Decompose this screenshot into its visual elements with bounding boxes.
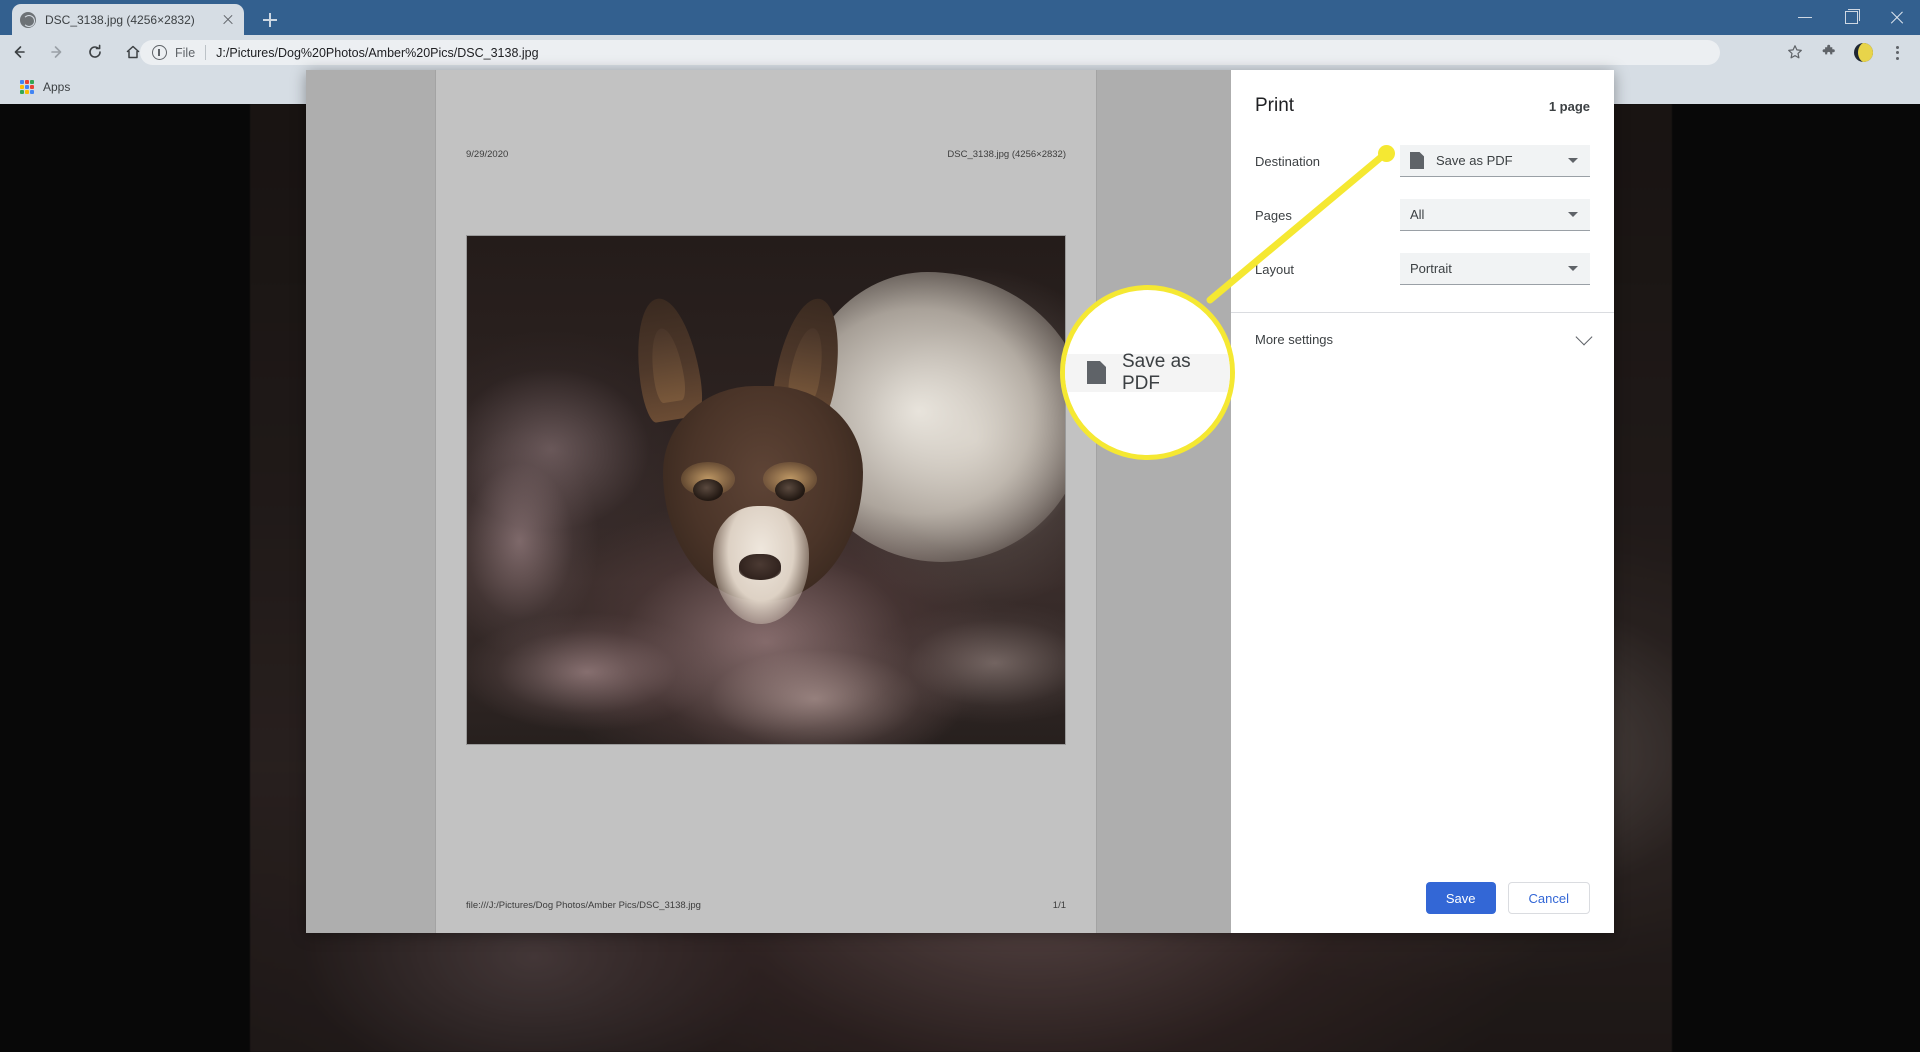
page-count-label: 1 page <box>1548 98 1590 114</box>
dog-ear-left <box>627 294 707 424</box>
pages-value: All <box>1410 207 1425 222</box>
close-icon[interactable] <box>1874 0 1920 35</box>
kebab-menu-icon[interactable] <box>1880 35 1914 70</box>
print-settings-pane: Print 1 page Destination Save as PDF Pag… <box>1231 70 1614 933</box>
reload-icon[interactable] <box>76 35 114 70</box>
preview-page: 9/29/2020 DSC_3138.jpg (4256×2832) file:… <box>436 70 1096 933</box>
preview-header-title: DSC_3138.jpg (4256×2832) <box>947 149 1066 160</box>
address-bar[interactable]: File J:/Pictures/Dog%20Photos/Amber%20Pi… <box>140 40 1720 65</box>
print-dialog: 9/29/2020 DSC_3138.jpg (4256×2832) file:… <box>306 70 1614 933</box>
tab-strip: DSC_3138.jpg (4256×2832) <box>0 0 1920 35</box>
globe-icon <box>20 11 36 28</box>
preview-footer-url: file:///J:/Pictures/Dog Photos/Amber Pic… <box>466 900 701 911</box>
restore-icon[interactable] <box>1828 0 1874 35</box>
page-title: Print <box>1255 95 1295 116</box>
setting-row-layout: Layout Portrait <box>1255 246 1590 292</box>
preview-page-header: 9/29/2020 DSC_3138.jpg (4256×2832) <box>466 149 1066 160</box>
bookmark-label: Apps <box>43 80 71 94</box>
print-preview-pane: 9/29/2020 DSC_3138.jpg (4256×2832) file:… <box>306 70 1231 933</box>
setting-row-destination: Destination Save as PDF <box>1255 138 1590 184</box>
preview-page-footer: file:///J:/Pictures/Dog Photos/Amber Pic… <box>466 900 1066 911</box>
toolbar-actions <box>1778 35 1914 70</box>
more-settings-toggle[interactable]: More settings <box>1231 313 1614 365</box>
print-dialog-header: Print 1 page <box>1231 70 1614 132</box>
star-icon[interactable] <box>1778 35 1812 70</box>
chevron-down-icon <box>1568 212 1578 217</box>
apps-grid-icon <box>20 80 34 94</box>
preview-header-date: 9/29/2020 <box>466 149 509 160</box>
pdf-document-icon <box>1410 152 1424 169</box>
dog-eye-left <box>693 479 723 501</box>
preview-footer-pagenum: 1/1 <box>1052 900 1066 911</box>
layout-select[interactable]: Portrait <box>1400 253 1590 285</box>
info-circle-icon <box>152 45 167 60</box>
save-button[interactable]: Save <box>1425 882 1496 914</box>
forward-arrow-icon[interactable] <box>38 35 76 70</box>
chevron-down-icon <box>1575 328 1593 345</box>
cancel-button[interactable]: Cancel <box>1507 882 1590 914</box>
browser-tab[interactable]: DSC_3138.jpg (4256×2832) <box>12 4 244 35</box>
pages-label: Pages <box>1255 207 1292 223</box>
print-dialog-footer: Save Cancel <box>1231 863 1614 933</box>
browser-toolbar: File J:/Pictures/Dog%20Photos/Amber%20Pi… <box>0 35 1920 70</box>
print-settings-list: Destination Save as PDF Pages All Layout… <box>1231 132 1614 300</box>
window-controls <box>1782 0 1920 35</box>
layout-value: Portrait <box>1410 261 1452 276</box>
puzzle-icon[interactable] <box>1812 35 1846 70</box>
layout-label: Layout <box>1255 261 1295 277</box>
more-settings-label: More settings <box>1255 331 1334 347</box>
callout-magnifier: Save as PDF <box>1060 285 1235 460</box>
preview-photo <box>466 235 1066 745</box>
url-scheme-label: File <box>175 45 196 60</box>
chevron-down-icon <box>1568 158 1578 163</box>
minimize-icon[interactable] <box>1782 0 1828 35</box>
pdf-document-icon <box>1087 361 1106 384</box>
dog-eye-right <box>775 479 805 501</box>
omnibox-divider <box>205 45 207 60</box>
screen: DSC_3138.jpg (4256×2832) File J:/Picture… <box>0 0 1920 1052</box>
destination-value: Save as PDF <box>1436 153 1513 168</box>
back-arrow-icon[interactable] <box>0 35 38 70</box>
avatar-icon[interactable] <box>1846 35 1880 70</box>
chevron-down-icon <box>1568 266 1578 271</box>
new-tab-button[interactable] <box>258 8 282 32</box>
setting-row-pages: Pages All <box>1255 192 1590 238</box>
pages-select[interactable]: All <box>1400 199 1590 231</box>
callout-magnifier-content: Save as PDF <box>1065 350 1230 394</box>
quilt-foreground <box>467 564 1065 744</box>
browser-titlebar: DSC_3138.jpg (4256×2832) <box>0 0 1920 35</box>
close-icon[interactable] <box>220 12 236 28</box>
callout-text: Save as PDF <box>1122 350 1191 394</box>
callout-anchor-dot <box>1378 145 1395 162</box>
tab-title: DSC_3138.jpg (4256×2832) <box>45 12 195 27</box>
bookmark-item-apps[interactable]: Apps <box>12 77 78 97</box>
destination-select[interactable]: Save as PDF <box>1400 145 1590 177</box>
url-text: J:/Pictures/Dog%20Photos/Amber%20Pics/DS… <box>216 45 539 60</box>
